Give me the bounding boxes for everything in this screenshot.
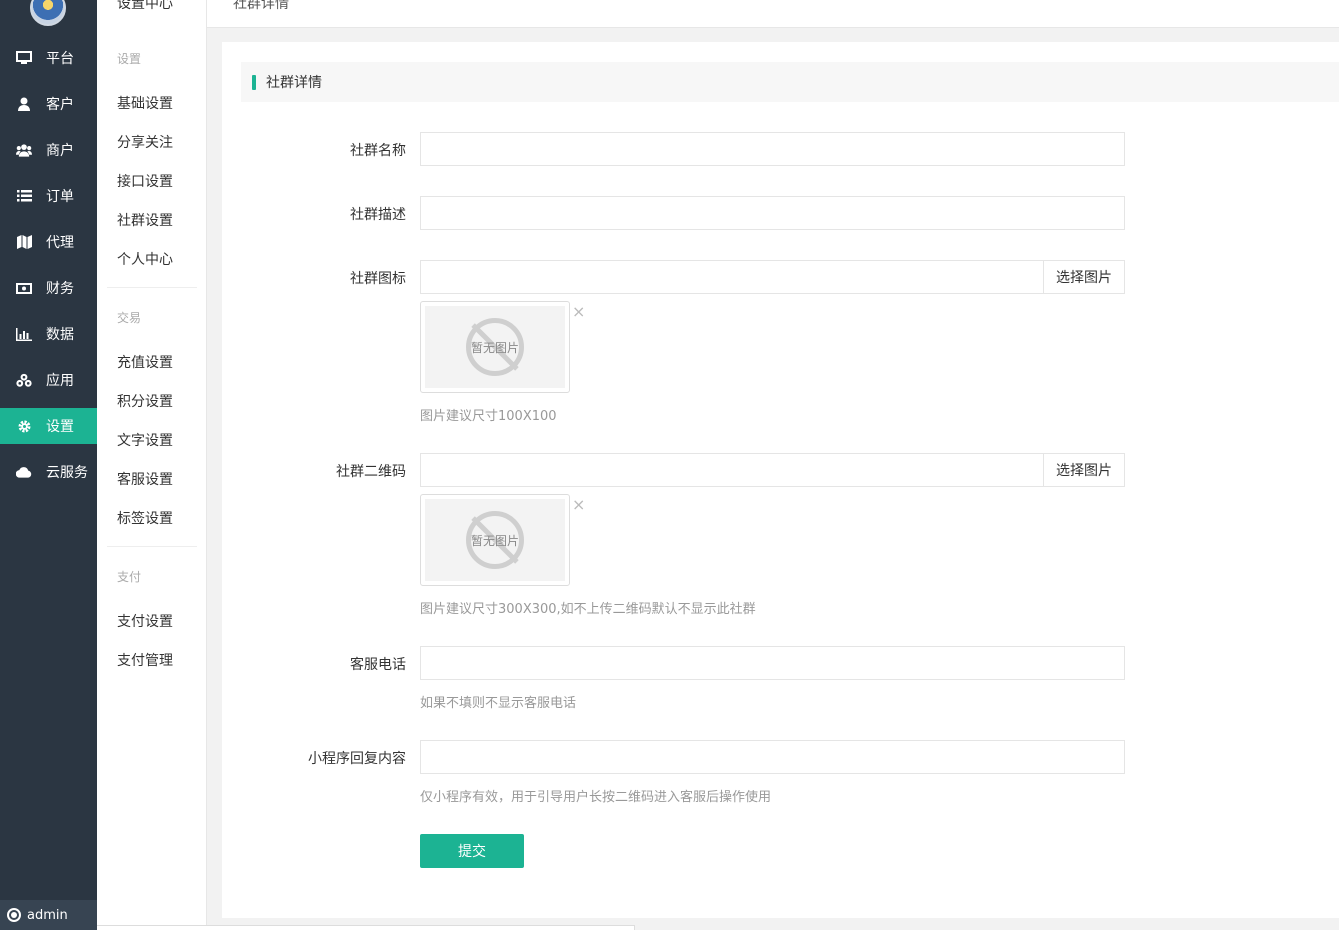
nav-label: 设置 — [46, 419, 74, 435]
reply-hint: 仅小程序有效，用于引导用户长按二维码进入客服后操作使用 — [420, 790, 772, 805]
icon-label: 社群图标 — [350, 271, 406, 287]
submit-button[interactable]: 提交 — [420, 834, 524, 868]
monitor-icon — [16, 51, 32, 65]
community-desc-input[interactable] — [420, 196, 1125, 230]
user-icon — [16, 97, 32, 111]
submenu-item-points[interactable]: 积分设置 — [117, 391, 173, 411]
name-label: 社群名称 — [350, 143, 406, 159]
desc-label: 社群描述 — [350, 207, 406, 223]
nav-label: 财务 — [46, 281, 74, 297]
remove-icon-close-icon[interactable]: × — [572, 304, 585, 320]
no-image-text: 暂无图片 — [471, 533, 520, 548]
nav-label: 应用 — [46, 373, 74, 389]
icon-preview: 暂无图片 — [420, 301, 570, 393]
submenu-item-payment-settings[interactable]: 支付设置 — [117, 611, 173, 631]
community-name-input[interactable] — [420, 132, 1125, 166]
logo — [30, 0, 66, 26]
submenu-group-label: 交易 — [117, 311, 142, 325]
phone-hint: 如果不填则不显示客服电话 — [420, 696, 577, 711]
settings-submenu: 设置中心 设置 基础设置 分享关注 接口设置 社群设置 个人中心 交易 充值设置… — [97, 0, 207, 930]
nav-item-merchant[interactable]: 商户 — [0, 132, 97, 168]
no-image-icon: 暂无图片 — [466, 511, 524, 569]
nav-item-agent[interactable]: 代理 — [0, 224, 97, 260]
community-qrcode-input[interactable] — [420, 453, 1044, 487]
nav-item-platform[interactable]: 平台 — [0, 40, 97, 76]
choose-qrcode-button[interactable]: 选择图片 — [1043, 453, 1125, 487]
qrcode-preview: 暂无图片 — [420, 494, 570, 586]
panel-title: 社群详情 — [266, 75, 322, 91]
nav-item-finance[interactable]: 财务 — [0, 270, 97, 306]
submenu-title: 设置中心 — [117, 0, 173, 12]
community-icon-input[interactable] — [420, 260, 1044, 294]
submenu-item-share[interactable]: 分享关注 — [117, 132, 173, 152]
bar-chart-icon — [16, 327, 32, 341]
submenu-group-label: 设置 — [117, 52, 142, 66]
submenu-item-payment-manage[interactable]: 支付管理 — [117, 650, 173, 670]
nav-label: 平台 — [46, 51, 74, 67]
no-image-text: 暂无图片 — [471, 340, 520, 355]
users-icon — [16, 143, 32, 157]
nav-item-order[interactable]: 订单 — [0, 178, 97, 214]
nav-label: 数据 — [46, 327, 74, 343]
list-icon — [16, 190, 32, 202]
nav-label: 订单 — [46, 189, 74, 205]
submenu-item-tags[interactable]: 标签设置 — [117, 508, 173, 528]
nav-item-customer[interactable]: 客户 — [0, 86, 97, 122]
username: admin — [27, 907, 68, 923]
remove-qrcode-close-icon[interactable]: × — [572, 497, 585, 513]
breadcrumb: 社群详情 — [233, 0, 289, 12]
submenu-item-community[interactable]: 社群设置 — [117, 210, 173, 230]
nav-label: 云服务 — [46, 465, 88, 481]
submenu-item-service[interactable]: 客服设置 — [117, 469, 173, 489]
user-menu[interactable]: admin — [0, 900, 97, 930]
nav-item-cloud[interactable]: 云服务 — [0, 454, 97, 490]
nav-item-data[interactable]: 数据 — [0, 316, 97, 352]
submenu-item-api[interactable]: 接口设置 — [117, 171, 173, 191]
reply-label: 小程序回复内容 — [308, 751, 406, 767]
user-status-icon — [7, 908, 21, 922]
nav-item-apps[interactable]: 应用 — [0, 362, 97, 398]
submenu-divider — [107, 287, 197, 288]
qrcode-hint: 图片建议尺寸300X300,如不上传二维码默认不显示此社群 — [420, 602, 756, 617]
nav-item-settings[interactable]: 设置 — [0, 408, 97, 444]
phone-label: 客服电话 — [350, 657, 406, 673]
nav-label: 代理 — [46, 235, 74, 251]
bottom-scroll-strip — [97, 925, 635, 930]
submenu-divider — [107, 546, 197, 547]
submenu-item-profile[interactable]: 个人中心 — [117, 249, 173, 269]
community-detail-panel: 社群详情 社群名称 社群描述 社群图标 选择图片 暂无图片 × 图片建议尺寸10… — [222, 42, 1339, 918]
nav-label: 商户 — [46, 143, 74, 159]
map-icon — [16, 235, 32, 249]
submenu-group-label: 支付 — [117, 570, 142, 584]
submenu-item-recharge[interactable]: 充值设置 — [117, 352, 173, 372]
panel-header: 社群详情 — [241, 62, 1339, 102]
miniprogram-reply-input[interactable] — [420, 740, 1125, 774]
cloud-icon — [16, 466, 32, 478]
money-icon — [16, 282, 32, 294]
gear-icon — [16, 420, 32, 433]
no-image-icon: 暂无图片 — [466, 318, 524, 376]
submenu-item-basic[interactable]: 基础设置 — [117, 93, 173, 113]
service-phone-input[interactable] — [420, 646, 1125, 680]
submenu-item-text[interactable]: 文字设置 — [117, 430, 173, 450]
main-sidebar: 平台 客户 商户 订单 代理 财务 数据 应用 设置 云服务 admin — [0, 0, 97, 930]
top-bar: 社群详情 — [207, 0, 1339, 28]
header-accent-bar — [252, 74, 256, 90]
qrcode-label: 社群二维码 — [336, 464, 406, 480]
nav-label: 客户 — [46, 97, 74, 113]
icon-hint: 图片建议尺寸100X100 — [420, 409, 557, 424]
cubes-icon — [16, 373, 32, 388]
choose-icon-button[interactable]: 选择图片 — [1043, 260, 1125, 294]
